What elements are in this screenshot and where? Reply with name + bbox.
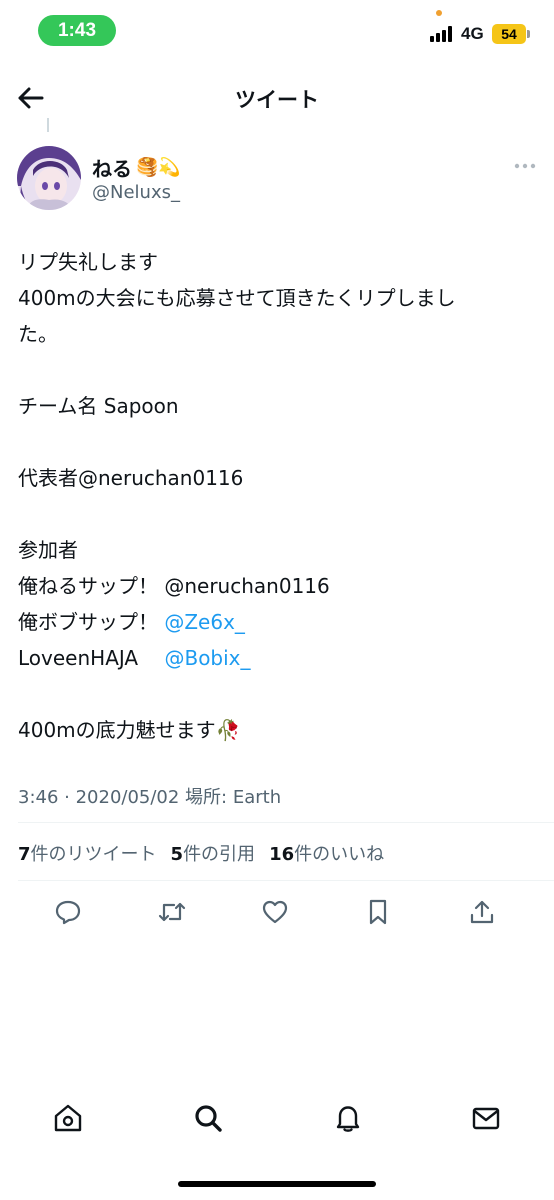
network-type: 4G (461, 24, 484, 43)
bottom-navigation (0, 1090, 554, 1146)
retweets-stat[interactable]: 7件のリツイート (18, 840, 157, 866)
reply-icon (55, 900, 81, 925)
battery-level: 54 (501, 26, 517, 42)
search-icon (195, 1105, 222, 1132)
line-prefix: LoveenHAJA (18, 646, 165, 670)
tweet-line: 俺ねるサップ！ @neruchan0116 (18, 574, 330, 598)
tweet-text: リプ失礼します 400mの大会にも応募させて頂きたくリプしまし た。 チーム名 … (18, 244, 538, 748)
tab-messages[interactable] (466, 1098, 506, 1138)
line-prefix: 俺ボブサップ！ (18, 610, 165, 634)
like-icon (262, 900, 288, 924)
display-name[interactable]: ねる 🥞💫 (92, 153, 181, 182)
tweet-line: 代表者@neruchan0116 (18, 466, 244, 490)
tweet-line: 400mの大会にも応募させて頂きたくリプしまし (18, 286, 456, 310)
battery-icon: 54 (492, 24, 526, 44)
notifications-icon (336, 1106, 360, 1132)
tweet-line: た。 (18, 322, 58, 346)
divider (18, 880, 554, 881)
mention-link[interactable]: @Bobix_ (164, 646, 250, 670)
tweet-stats: 7件のリツイート 5件の引用 16件のいいね (18, 840, 384, 866)
reply-button[interactable] (52, 896, 84, 928)
divider (18, 822, 554, 823)
bookmark-icon (369, 899, 387, 925)
user-handle[interactable]: @Neluxs_ (92, 182, 180, 203)
page-title: ツイート (235, 88, 319, 112)
retweet-icon (158, 902, 186, 922)
like-button[interactable] (259, 896, 291, 928)
more-horizontal-icon (514, 163, 536, 169)
tweet-line: 参加者 (18, 538, 78, 562)
tweet-action-bar (0, 892, 554, 932)
status-bar: 1:43 4G 54 (0, 0, 554, 60)
mention-link[interactable]: @Ze6x_ (164, 610, 245, 634)
more-options-button[interactable] (512, 158, 538, 172)
retweet-button[interactable] (156, 896, 188, 928)
tweet-header: ツイート (0, 60, 554, 132)
display-name-text: ねる (92, 157, 132, 181)
tab-search[interactable] (188, 1098, 228, 1138)
quotes-stat[interactable]: 5件の引用 (171, 840, 256, 866)
tweet-line: 400mの底力魅せます🥀 (18, 718, 241, 742)
home-icon (54, 1104, 82, 1132)
tab-home[interactable] (48, 1098, 88, 1138)
status-time: 1:43 (38, 15, 116, 46)
tweet-line: 俺ボブサップ！ @Ze6x_ (18, 604, 538, 640)
tweet-timestamp[interactable]: 3:46 · 2020/05/02 場所: Earth (18, 783, 281, 809)
signal-icon (430, 26, 456, 42)
messages-icon (472, 1107, 500, 1130)
home-indicator[interactable] (178, 1181, 376, 1187)
share-button[interactable] (466, 896, 498, 928)
name-emojis: 🥞💫 (136, 157, 181, 178)
tweet-line: チーム名 Sapoon (18, 394, 179, 418)
tweet-line: リプ失礼します (18, 250, 158, 274)
tweet-line: LoveenHAJA @Bobix_ (18, 640, 538, 676)
tab-notifications[interactable] (328, 1098, 368, 1138)
thread-connector (47, 118, 49, 132)
avatar-image (17, 146, 81, 210)
privacy-indicator (436, 10, 442, 16)
likes-stat[interactable]: 16件のいいね (269, 840, 384, 866)
avatar[interactable] (17, 146, 81, 210)
share-icon (470, 900, 494, 924)
bookmark-button[interactable] (362, 896, 394, 928)
